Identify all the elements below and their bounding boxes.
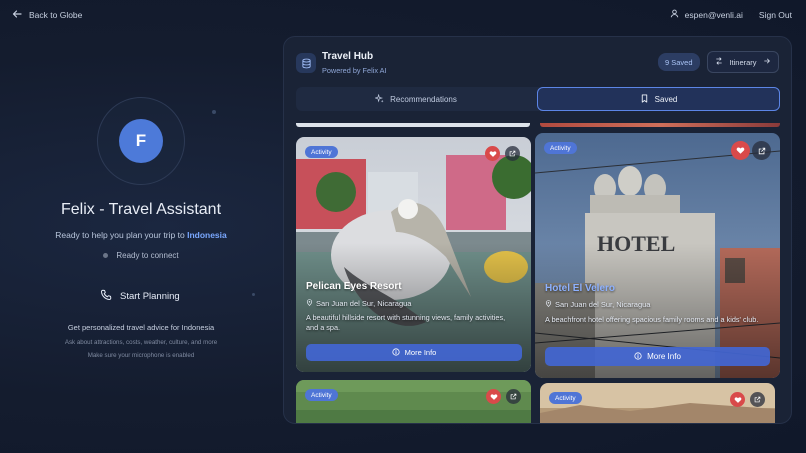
external-link-icon[interactable] — [750, 392, 765, 407]
activity-badge: Activity — [544, 142, 577, 154]
map-pin-icon — [545, 300, 552, 309]
external-link-icon[interactable] — [752, 141, 771, 160]
hint-topics: Ask about attractions, costs, weather, c… — [64, 339, 218, 346]
more-info-button[interactable]: More Info — [545, 347, 770, 366]
more-info-label: More Info — [647, 352, 681, 361]
card-location-text: San Juan del Sur, Nicaragua — [555, 300, 651, 309]
top-bar: Back to Globe espen@venli.ai Sign Out — [0, 0, 806, 32]
saved-count-badge[interactable]: 9 Saved — [658, 53, 700, 71]
assistant-subtitle-text: Ready to help you plan your trip to — [55, 230, 185, 240]
hub-subtitle: Powered by Felix AI — [322, 66, 387, 75]
itinerary-button[interactable]: Itinerary — [707, 51, 779, 73]
tab-saved[interactable]: Saved — [537, 87, 780, 111]
status-text: Ready to connect — [116, 251, 179, 260]
external-link-icon[interactable] — [506, 389, 521, 404]
arrow-left-icon — [12, 9, 22, 21]
assistant-subtitle: Ready to help you plan your trip to Indo… — [0, 230, 282, 240]
hub-tabs: Recommendations Saved — [296, 87, 780, 111]
tab-saved-label: Saved — [654, 94, 678, 104]
user-menu: espen@venli.ai Sign Out — [670, 9, 792, 20]
hub-title: Travel Hub — [322, 51, 374, 62]
card-description: A beachfront hotel offering spacious fam… — [545, 315, 759, 324]
decorative-dot — [252, 293, 255, 296]
user-email: espen@venli.ai — [684, 9, 743, 20]
saved-card[interactable]: Activity — [540, 383, 775, 423]
card-location: San Juan del Sur, Nicaragua — [306, 299, 411, 308]
assistant-panel: F Felix - Travel Assistant Ready to help… — [0, 32, 282, 453]
heart-icon[interactable] — [730, 392, 745, 407]
heart-icon[interactable] — [486, 389, 501, 404]
external-link-icon[interactable] — [505, 146, 520, 161]
card-title: Hotel El Velero — [545, 283, 616, 294]
saved-card-pelican-eyes[interactable]: Activity Pelican Eyes Resort San Juan de… — [296, 137, 531, 372]
sparkles-icon — [374, 93, 384, 105]
back-to-globe-link[interactable]: Back to Globe — [12, 9, 82, 21]
more-info-label: More Info — [404, 348, 437, 357]
card-edge — [296, 123, 530, 127]
more-info-button[interactable]: More Info — [306, 344, 522, 361]
heart-icon[interactable] — [485, 146, 500, 161]
info-icon — [634, 351, 642, 362]
card-description: A beautiful hillside resort with stunnin… — [306, 313, 506, 332]
decorative-dot — [212, 110, 216, 114]
avatar-ring: F — [97, 97, 185, 185]
connection-status: Ready to connect — [0, 251, 282, 260]
status-dot-icon — [103, 253, 109, 258]
destination-name: Indonesia — [187, 230, 227, 240]
start-planning-label: Start Planning — [120, 291, 180, 302]
advice-text: Get personalized travel advice for Indon… — [67, 323, 215, 332]
heart-icon[interactable] — [731, 141, 750, 160]
phone-icon — [100, 289, 112, 304]
travel-hub-panel: Travel Hub Powered by Felix AI 9 Saved I… — [283, 36, 792, 424]
avatar: F — [119, 119, 163, 163]
bookmark-icon — [640, 93, 649, 105]
database-icon — [296, 53, 316, 73]
tab-recommendations[interactable]: Recommendations — [296, 87, 536, 111]
card-title: Pelican Eyes Resort — [306, 281, 402, 292]
hotel-photo: HOTEL — [535, 133, 780, 378]
assistant-title: Felix - Travel Assistant — [60, 201, 222, 218]
sign-out-link[interactable]: Sign Out — [759, 10, 792, 20]
activity-badge: Activity — [305, 389, 338, 401]
hint-microphone: Make sure your microphone is enabled — [87, 352, 195, 359]
arrow-right-icon — [763, 57, 771, 67]
info-icon — [392, 347, 400, 358]
saved-card-hotel-el-velero[interactable]: HOTEL Activity Hotel El Velero San Juan … — [535, 133, 780, 378]
map-pin-icon — [306, 299, 313, 308]
itinerary-label: Itinerary — [729, 57, 757, 67]
pelican-photo — [296, 137, 531, 372]
start-planning-button[interactable]: Start Planning — [100, 289, 180, 304]
activity-badge: Activity — [549, 392, 582, 404]
card-edge — [540, 123, 780, 127]
card-location: San Juan del Sur, Nicaragua — [545, 300, 650, 309]
card-location-text: San Juan del Sur, Nicaragua — [316, 299, 412, 308]
back-label: Back to Globe — [29, 10, 83, 20]
route-icon — [715, 57, 723, 67]
activity-badge: Activity — [305, 146, 338, 158]
saved-card[interactable]: Activity — [296, 380, 531, 423]
user-icon — [670, 9, 679, 20]
saved-items-grid: Activity Pelican Eyes Resort San Juan de… — [284, 121, 791, 423]
tab-recommendations-label: Recommendations — [390, 94, 457, 104]
